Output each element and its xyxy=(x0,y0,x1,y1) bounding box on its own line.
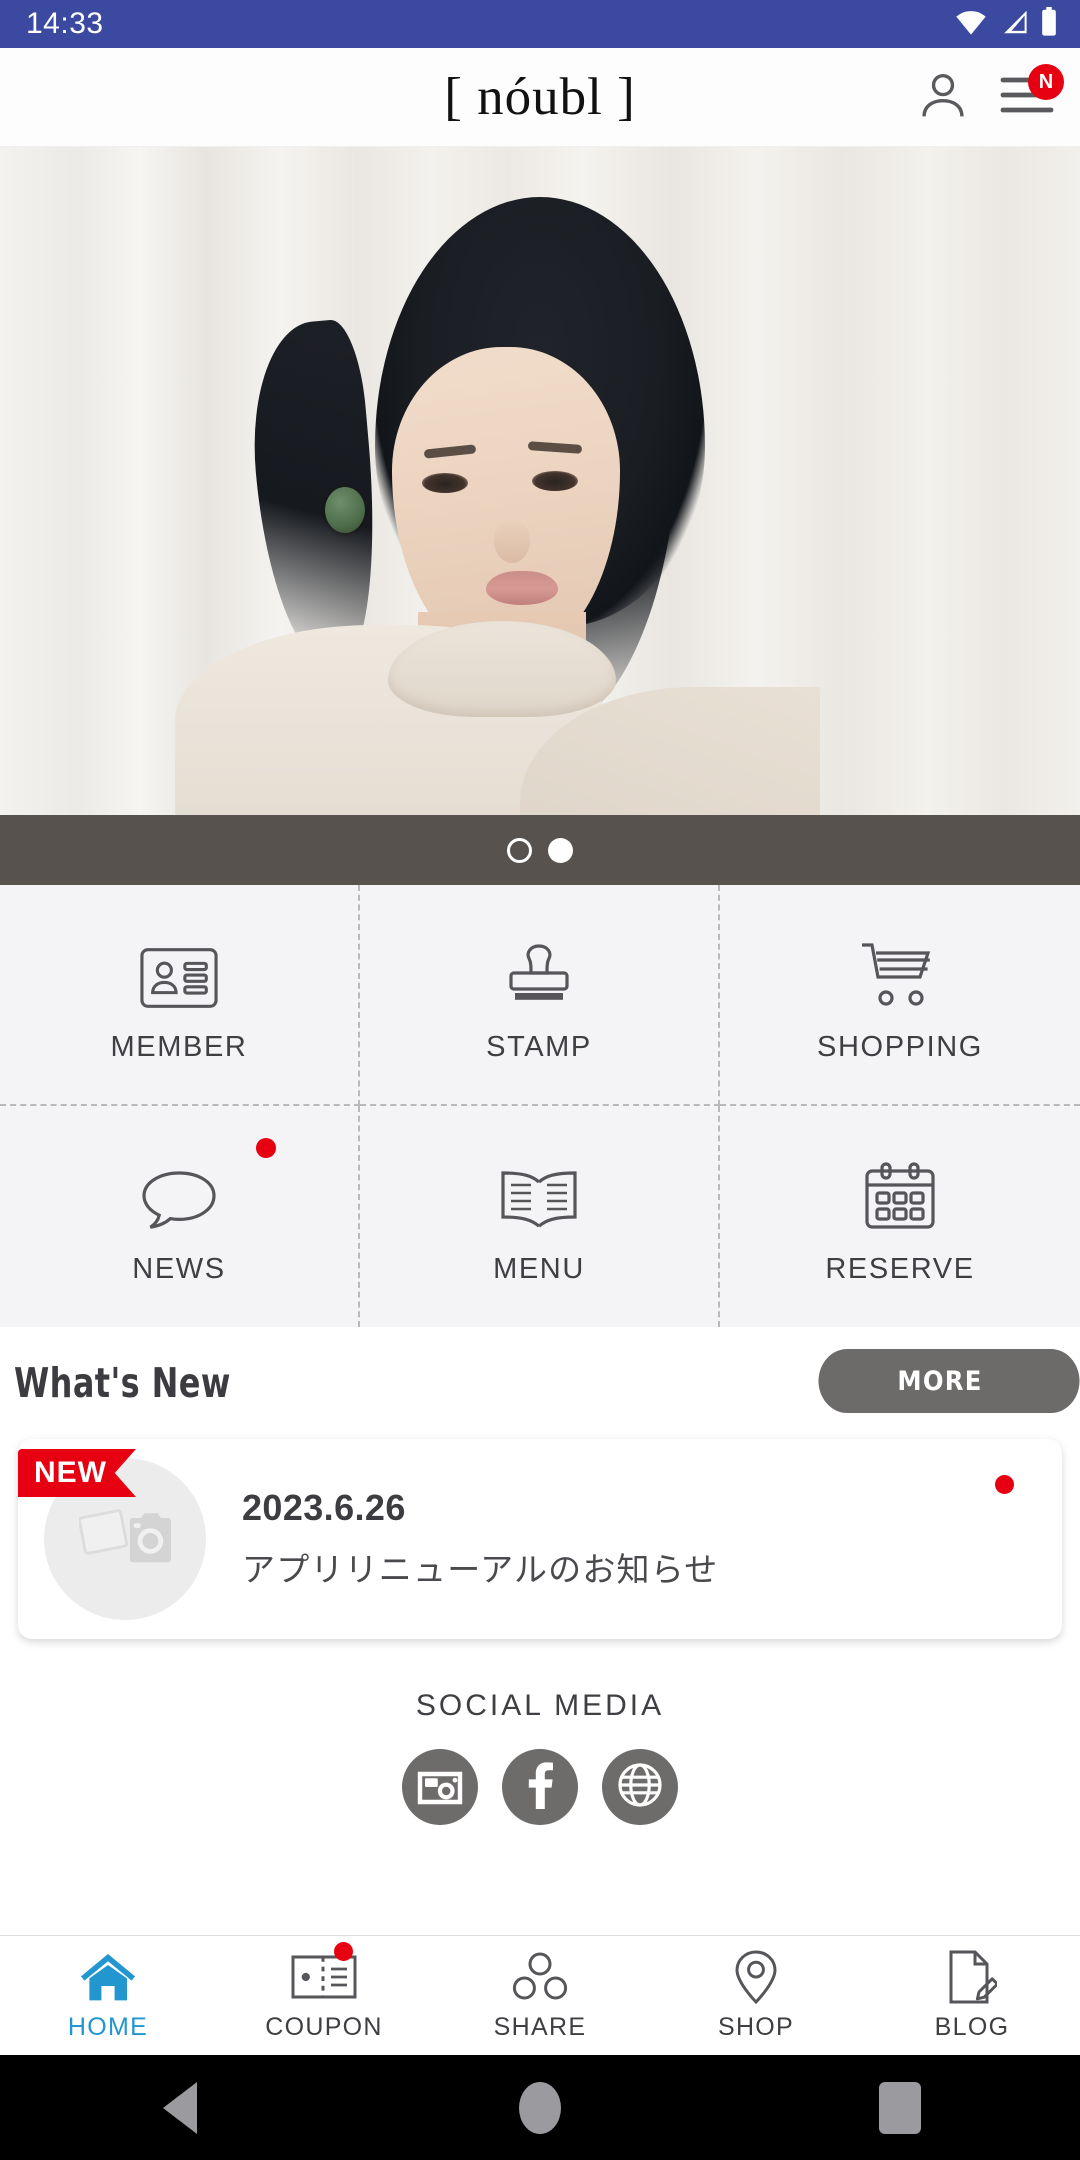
menu-tile-label: NEWS xyxy=(132,1253,226,1285)
facebook-icon xyxy=(526,1761,554,1814)
app-header: [ nóubl ] N xyxy=(0,48,1080,147)
menu-tile-label: SHOPPING xyxy=(817,1031,983,1063)
calendar-icon xyxy=(863,1147,937,1231)
cellular-signal-icon xyxy=(998,8,1030,41)
whats-new-section-header: What's New MORE xyxy=(0,1327,1080,1439)
nav-item-label: COUPON xyxy=(265,2013,383,2041)
recents-square-icon[interactable] xyxy=(879,2081,921,2134)
rubber-stamp-icon xyxy=(503,925,575,1009)
news-card[interactable]: NEW 2023.6.26 アプリリニューアルのお知らせ xyxy=(18,1439,1062,1639)
news-title: アプリリニューアルのお知らせ xyxy=(242,1551,719,1588)
facebook-link[interactable] xyxy=(502,1749,578,1825)
hero-model-photo xyxy=(0,147,1080,815)
header-actions: N xyxy=(912,64,1080,128)
website-link[interactable] xyxy=(602,1749,678,1825)
nav-item-label: BLOG xyxy=(934,2013,1010,2041)
menu-tile-reserve[interactable]: RESERVE xyxy=(720,1106,1080,1327)
back-triangle-icon[interactable] xyxy=(163,2081,197,2134)
status-time: 14:33 xyxy=(26,7,104,40)
android-system-navigation xyxy=(0,2055,1080,2160)
carousel-dot-1[interactable] xyxy=(507,837,532,863)
wifi-icon xyxy=(954,8,988,41)
carousel-indicator-band[interactable] xyxy=(0,815,1080,885)
website-globe-icon xyxy=(617,1762,663,1813)
section-title: What's New xyxy=(14,1359,231,1407)
battery-icon xyxy=(1040,6,1058,42)
nav-item-label: SHOP xyxy=(717,2013,795,2041)
nav-item-coupon[interactable]: COUPON xyxy=(216,1936,432,2055)
menu-tile-label: RESERVE xyxy=(825,1253,975,1285)
instagram-link[interactable] xyxy=(402,1749,478,1825)
coupon-notification-badge xyxy=(334,1942,353,1961)
hero-carousel[interactable] xyxy=(0,147,1080,815)
share-nodes-icon xyxy=(512,1949,568,2005)
id-card-icon xyxy=(140,925,218,1009)
menu-notification-badge: N xyxy=(1028,64,1064,100)
hamburger-menu-button[interactable]: N xyxy=(996,64,1064,128)
more-button[interactable]: MORE xyxy=(818,1349,1080,1413)
social-media-title: SOCIAL MEDIA xyxy=(415,1689,665,1722)
menu-tile-menu[interactable]: MENU xyxy=(360,1106,720,1327)
news-text-block: 2023.6.26 アプリリニューアルのお知らせ xyxy=(242,1487,719,1591)
document-pencil-icon xyxy=(947,1949,997,2005)
social-media-section: SOCIAL MEDIA xyxy=(0,1639,1080,1825)
nav-item-shop[interactable]: SHOP xyxy=(648,1936,864,2055)
news-date: 2023.6.26 xyxy=(242,1487,406,1528)
carousel-dot-2[interactable] xyxy=(548,837,573,863)
bottom-navigation-bar: HOME COUPON SHARE SHOP BLOG xyxy=(0,1935,1080,2055)
nav-item-blog[interactable]: BLOG xyxy=(864,1936,1080,2055)
status-bar: 14:33 xyxy=(0,0,1080,48)
nav-item-home[interactable]: HOME xyxy=(0,1936,216,2055)
shopping-cart-icon xyxy=(860,925,940,1009)
menu-tile-news[interactable]: NEWS xyxy=(0,1106,360,1327)
social-media-links xyxy=(402,1749,678,1825)
nav-item-label: HOME xyxy=(67,2013,149,2041)
news-unread-badge xyxy=(995,1475,1014,1494)
home-circle-icon[interactable] xyxy=(519,2081,561,2134)
menu-tile-label: STAMP xyxy=(486,1031,592,1063)
instagram-icon xyxy=(417,1763,463,1812)
account-button[interactable] xyxy=(912,66,974,128)
news-list: NEW 2023.6.26 アプリリニューアルのお知らせ xyxy=(0,1439,1080,1639)
status-icons xyxy=(954,6,1058,42)
nav-item-share[interactable]: SHARE xyxy=(432,1936,648,2055)
menu-tile-member[interactable]: MEMBER xyxy=(0,885,360,1106)
news-notification-badge xyxy=(256,1138,276,1158)
open-book-icon xyxy=(499,1147,579,1231)
photo-placeholder-icon xyxy=(77,1504,171,1575)
menu-tile-label: MEMBER xyxy=(110,1031,248,1063)
menu-tile-shopping[interactable]: SHOPPING xyxy=(720,885,1080,1106)
home-icon xyxy=(81,1949,135,2005)
nav-item-label: SHARE xyxy=(493,2013,587,2041)
quick-menu-grid: MEMBER STAMP SHOPPING NEWS MENU RESERVE xyxy=(0,885,1080,1327)
person-icon xyxy=(916,68,970,127)
menu-tile-label: MENU xyxy=(493,1253,585,1285)
speech-bubble-icon xyxy=(140,1147,218,1231)
menu-tile-stamp[interactable]: STAMP xyxy=(360,885,720,1106)
map-pin-icon xyxy=(733,1949,779,2005)
